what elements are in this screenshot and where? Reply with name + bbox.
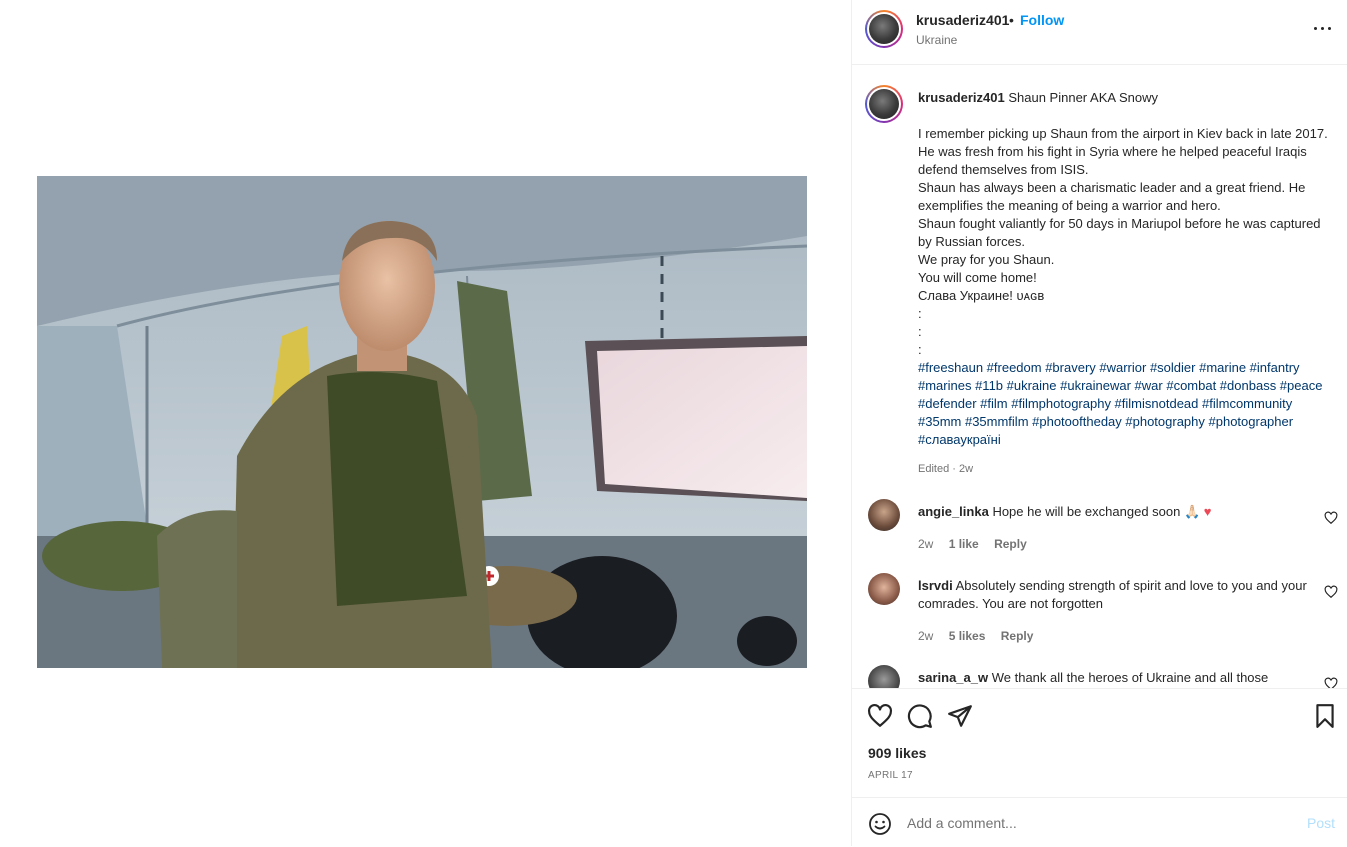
post-actions: 909 likes APRIL 17 bbox=[852, 688, 1347, 799]
media-pane bbox=[0, 0, 851, 846]
heart-icon[interactable] bbox=[867, 703, 893, 729]
post-comment-button[interactable]: Post bbox=[1307, 815, 1335, 831]
comments-scroll-area[interactable]: krusaderiz401 Shaun Pinner AKA Snowy I r… bbox=[852, 65, 1347, 688]
post-location[interactable]: Ukraine bbox=[916, 33, 957, 47]
comment-likes[interactable]: 5 likes bbox=[949, 629, 986, 643]
post-header: krusaderiz401 • Follow Ukraine bbox=[852, 0, 1347, 65]
caption-author-avatar[interactable] bbox=[865, 85, 903, 123]
caption-line: : bbox=[918, 324, 922, 339]
reply-button[interactable]: Reply bbox=[1001, 629, 1034, 643]
more-dot bbox=[1314, 27, 1317, 30]
caption-line: We pray for you Shaun. bbox=[918, 252, 1055, 267]
commenter-username[interactable]: angie_linka bbox=[918, 504, 989, 519]
comment-body: Absolutely sending strength of spirit an… bbox=[918, 578, 1307, 611]
more-horizontal-icon[interactable] bbox=[1312, 20, 1334, 36]
more-dot bbox=[1328, 27, 1331, 30]
post-photo[interactable] bbox=[37, 176, 807, 668]
header-separator: • bbox=[1009, 12, 1014, 28]
comment-age: 2w bbox=[918, 629, 934, 643]
commenter-username[interactable]: sarina_a_w bbox=[918, 670, 988, 685]
comment-text: sarina_a_w We thank all the heroes of Uk… bbox=[918, 669, 1318, 687]
header-username[interactable]: krusaderiz401 bbox=[916, 12, 1009, 28]
commenter-avatar[interactable] bbox=[868, 665, 900, 688]
more-dot bbox=[1321, 27, 1324, 30]
post-caption: krusaderiz401 Shaun Pinner AKA Snowy I r… bbox=[918, 89, 1336, 449]
avatar-image bbox=[869, 89, 899, 119]
caption-line: You will come home! bbox=[918, 270, 1037, 285]
comment-meta: 2w 1 like Reply bbox=[918, 537, 1039, 551]
photo-illustration bbox=[37, 176, 807, 668]
comment-item: lsrvdi Absolutely sending strength of sp… bbox=[852, 569, 1347, 643]
caption-line: Слава Украине! ᴜᴀɢʙ bbox=[918, 288, 1045, 303]
post-side-pane: krusaderiz401 • Follow Ukraine krusaderi… bbox=[851, 0, 1347, 846]
comment-body: We thank all the heroes of Ukraine and a… bbox=[991, 670, 1269, 685]
red-heart-emoji: ♥ bbox=[1203, 504, 1212, 519]
follow-button[interactable]: Follow bbox=[1020, 12, 1064, 28]
author-avatar[interactable] bbox=[865, 10, 903, 48]
post-date: APRIL 17 bbox=[868, 770, 913, 781]
comment-meta: 2w 5 likes Reply bbox=[918, 629, 1045, 643]
likes-count[interactable]: 909 likes bbox=[868, 745, 926, 761]
add-comment-input[interactable] bbox=[907, 812, 1287, 834]
comment-icon[interactable] bbox=[907, 703, 933, 729]
caption-line: I remember picking up Shaun from the air… bbox=[918, 126, 1328, 177]
comment-body: Hope he will be exchanged soon 🙏🏻 bbox=[992, 504, 1201, 519]
bookmark-icon[interactable] bbox=[1312, 703, 1338, 729]
comment-text: lsrvdi Absolutely sending strength of sp… bbox=[918, 577, 1318, 613]
avatar-image bbox=[869, 14, 899, 44]
commenter-avatar[interactable] bbox=[868, 573, 900, 605]
comment-like-heart-icon[interactable] bbox=[1324, 585, 1338, 599]
caption-line: Shaun has always been a charismatic lead… bbox=[918, 180, 1306, 213]
reply-button[interactable]: Reply bbox=[994, 537, 1027, 551]
emoji-icon[interactable] bbox=[868, 812, 892, 836]
caption-first-line: Shaun Pinner AKA Snowy bbox=[1008, 90, 1158, 105]
caption-line: : bbox=[918, 306, 922, 321]
commenter-username[interactable]: lsrvdi bbox=[918, 578, 953, 593]
add-comment-bar: Post bbox=[852, 797, 1347, 847]
comment-like-heart-icon[interactable] bbox=[1324, 677, 1338, 688]
comment-age: 2w bbox=[918, 537, 934, 551]
comment-likes[interactable]: 1 like bbox=[949, 537, 979, 551]
comment-item: sarina_a_w We thank all the heroes of Uk… bbox=[852, 661, 1347, 688]
commenter-avatar[interactable] bbox=[868, 499, 900, 531]
caption-edited-time: Edited · 2w bbox=[918, 463, 974, 475]
share-icon[interactable] bbox=[947, 703, 973, 729]
caption-hashtags[interactable]: #freeshaun #freedom #bravery #warrior #s… bbox=[918, 359, 1336, 449]
caption-username[interactable]: krusaderiz401 bbox=[918, 90, 1005, 105]
comment-item: angie_linka Hope he will be exchanged so… bbox=[852, 495, 1347, 565]
caption-line: : bbox=[918, 342, 922, 357]
caption-line: Shaun fought valiantly for 50 days in Ma… bbox=[918, 216, 1321, 249]
comment-like-heart-icon[interactable] bbox=[1324, 511, 1338, 525]
comment-text: angie_linka Hope he will be exchanged so… bbox=[918, 503, 1318, 521]
